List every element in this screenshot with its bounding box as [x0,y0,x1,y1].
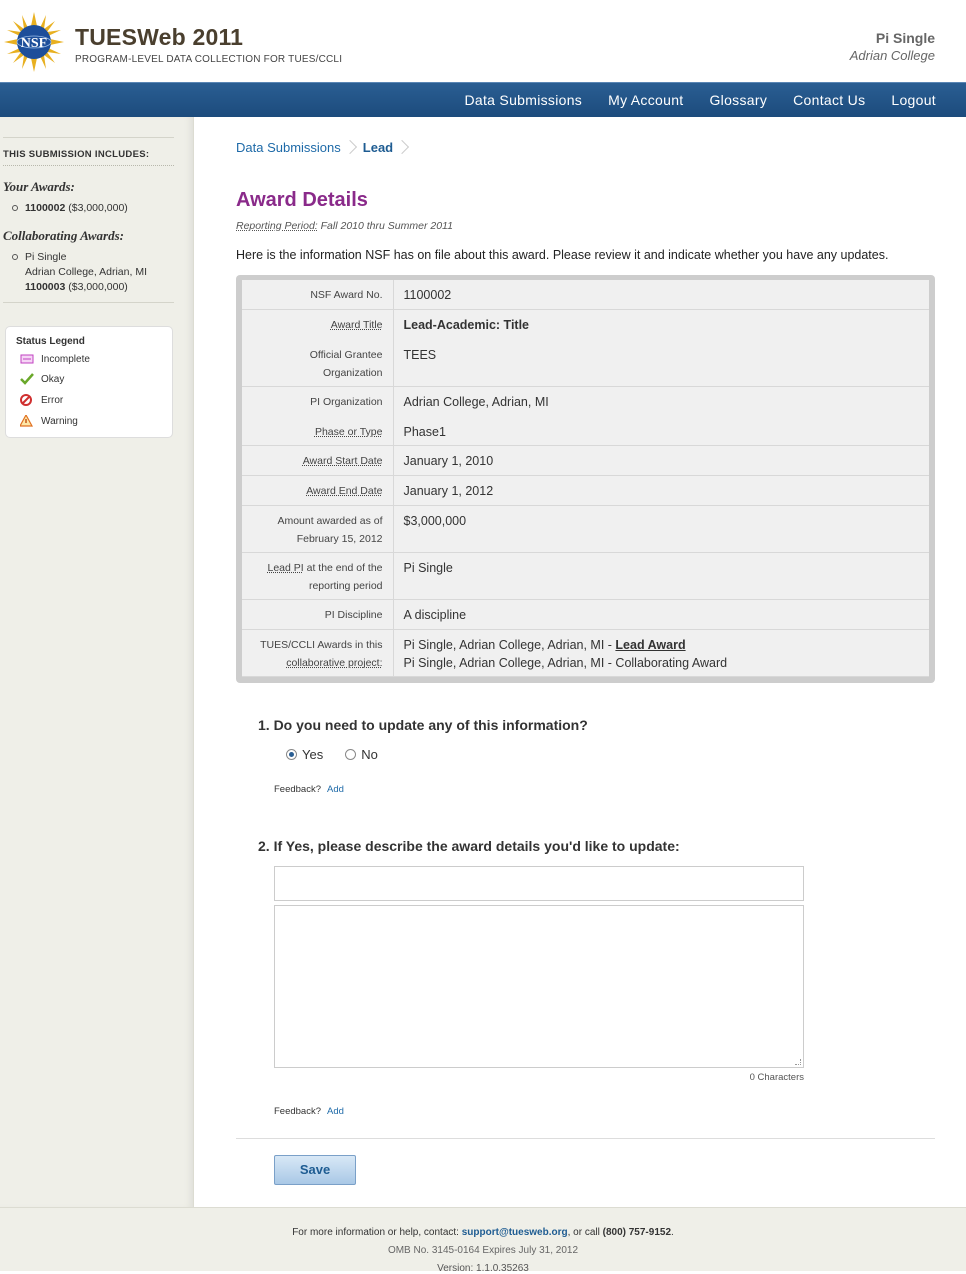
table-row: PI Organization Phase or Type Adrian Col… [242,386,929,446]
your-award-item[interactable]: 1100002 ($3,000,000) [25,201,128,216]
feedback-1: Feedback? Add [274,784,344,795]
bullet-icon [12,205,18,211]
nsf-logo: NSF [4,12,64,72]
legend-item-incomplete: Incomplete [20,352,90,366]
character-count: 0 Characters [749,1072,804,1083]
legend-title: Status Legend [16,336,85,347]
table-row: Award End Date January 1, 2012 [242,475,929,506]
table-row: PI Discipline A discipline [242,599,929,630]
phase-label: Phase or Type [314,425,383,438]
divider [3,302,174,303]
svg-text:NSF: NSF [21,36,47,51]
question-1: 1. Do you need to update any of this inf… [258,717,588,733]
nav-data-submissions[interactable]: Data Submissions [464,83,582,118]
lead-pi-value: Pi Single [393,552,929,600]
submission-includes-heading: THIS SUBMISSION INCLUDES: [3,149,150,160]
collab-award-row: Pi Single, Adrian College, Adrian, MI - … [403,637,686,652]
reporting-period: Reporting Period: Fall 2010 thru Summer … [236,220,453,232]
breadcrumb: Data Submissions Lead [236,139,415,155]
page-footer: For more information or help, contact: s… [0,1207,966,1274]
main-nav: Data Submissions My Account Glossary Con… [0,82,966,117]
amount-label: Amount awarded as of February 15, 2012 [242,505,394,553]
bullet-icon [12,254,18,260]
error-icon [20,394,34,406]
sidebar: THIS SUBMISSION INCLUDES: Your Awards: 1… [0,117,194,1207]
collaborating-awards-title: Collaborating Awards: [3,228,124,243]
page-title: Award Details [236,189,368,211]
table-row: Award Start Date January 1, 2010 [242,445,929,476]
discipline-value: A discipline [393,599,929,630]
start-date-value: January 1, 2010 [393,445,929,476]
footer-version: Version: 1.1.0.35263 [437,1263,529,1274]
grantee-value: TEES [403,347,437,362]
table-row: Amount awarded as of February 15, 2012 $… [242,505,929,553]
question-2: 2. If Yes, please describe the award det… [258,838,680,854]
breadcrumb-data-submissions[interactable]: Data Submissions [236,140,341,155]
checkmark-icon [20,373,34,385]
start-date-label: Award Start Date [302,454,383,467]
chevron-right-icon [399,139,407,155]
pi-org-value: Adrian College, Adrian, MI [403,394,549,409]
your-awards-title: Your Awards: [3,179,75,194]
nav-contact-us[interactable]: Contact Us [793,83,865,118]
end-date-value: January 1, 2012 [393,475,929,506]
update-details-textarea[interactable] [274,905,804,1068]
award-title-value: Lead-Academic: Title [403,317,530,332]
table-row: Lead PI at the end of the reporting peri… [242,552,929,600]
award-details-panel: NSF Award No. 1100002 Award Title Offici… [236,275,935,683]
legend-item-error: Error [20,393,63,407]
discipline-label: PI Discipline [242,599,394,630]
amount-value: $3,000,000 [393,505,929,553]
footer-contact: For more information or help, contact: s… [292,1227,674,1238]
feedback-add-link[interactable]: Add [327,1106,344,1117]
radio-no-label[interactable]: No [361,747,378,762]
lead-award-link[interactable]: Lead Award [615,638,685,652]
table-row: Award Title Official Grantee Organizatio… [242,309,929,387]
breadcrumb-lead[interactable]: Lead [363,140,393,155]
legend-item-okay: Okay [20,372,64,386]
nav-logout[interactable]: Logout [891,83,936,118]
update-summary-input[interactable] [274,866,804,901]
phase-value: Phase1 [403,424,446,439]
user-organization: Adrian College [849,48,935,63]
page-header: NSF TUESWeb 2011 PROGRAM-LEVEL DATA COLL… [0,0,966,82]
divider [3,137,174,138]
support-email-link[interactable]: support@tuesweb.org [462,1227,568,1238]
save-button[interactable]: Save [274,1155,356,1185]
radio-yes-label[interactable]: Yes [302,747,323,762]
footer-omb: OMB No. 3145-0164 Expires July 31, 2012 [387,1245,579,1256]
end-date-label: Award End Date [306,484,383,497]
lead-pi-label: Lead PI at the end of the reporting peri… [242,552,394,600]
collab-award-row: Pi Single, Adrian College, Adrian, MI - … [403,655,728,670]
update-radio-group: Yes No [286,747,378,762]
radio-yes[interactable] [286,749,297,760]
award-title-label: Award Title [330,318,383,331]
collab-awards-label: TUES/CCLI Awards in this collaborative p… [242,629,394,677]
feedback-add-link[interactable]: Add [327,784,344,795]
chevron-right-icon [347,139,355,155]
app-title: TUESWeb 2011 [75,24,244,50]
divider [236,1138,935,1139]
table-row: TUES/CCLI Awards in this collaborative p… [242,629,929,677]
grantee-label: Official Grantee Organization [309,348,383,379]
intro-text: Here is the information NSF has on file … [236,248,889,262]
radio-no[interactable] [345,749,357,760]
legend-item-warning: Warning [18,413,78,428]
award-details-table: NSF Award No. 1100002 Award Title Offici… [242,280,929,677]
feedback-2: Feedback? Add [274,1106,344,1117]
nav-glossary[interactable]: Glossary [709,83,767,118]
nav-my-account[interactable]: My Account [608,83,683,118]
user-name: Pi Single [875,30,935,46]
incomplete-icon [20,353,34,365]
table-row: NSF Award No. 1100002 [242,280,929,310]
award-no-value: 1100002 [393,280,929,310]
divider [3,165,174,166]
pi-org-label: PI Organization [310,395,383,408]
status-legend: Status Legend Incomplete Okay Error Warn… [5,326,173,438]
collaborating-award-item[interactable]: Pi Single Adrian College, Adrian, MI 110… [25,250,147,295]
resize-handle-icon[interactable] [795,1059,801,1065]
warning-icon [18,413,34,427]
app-subtitle: PROGRAM-LEVEL DATA COLLECTION FOR TUES/C… [75,54,343,65]
award-no-label: NSF Award No. [242,280,394,310]
